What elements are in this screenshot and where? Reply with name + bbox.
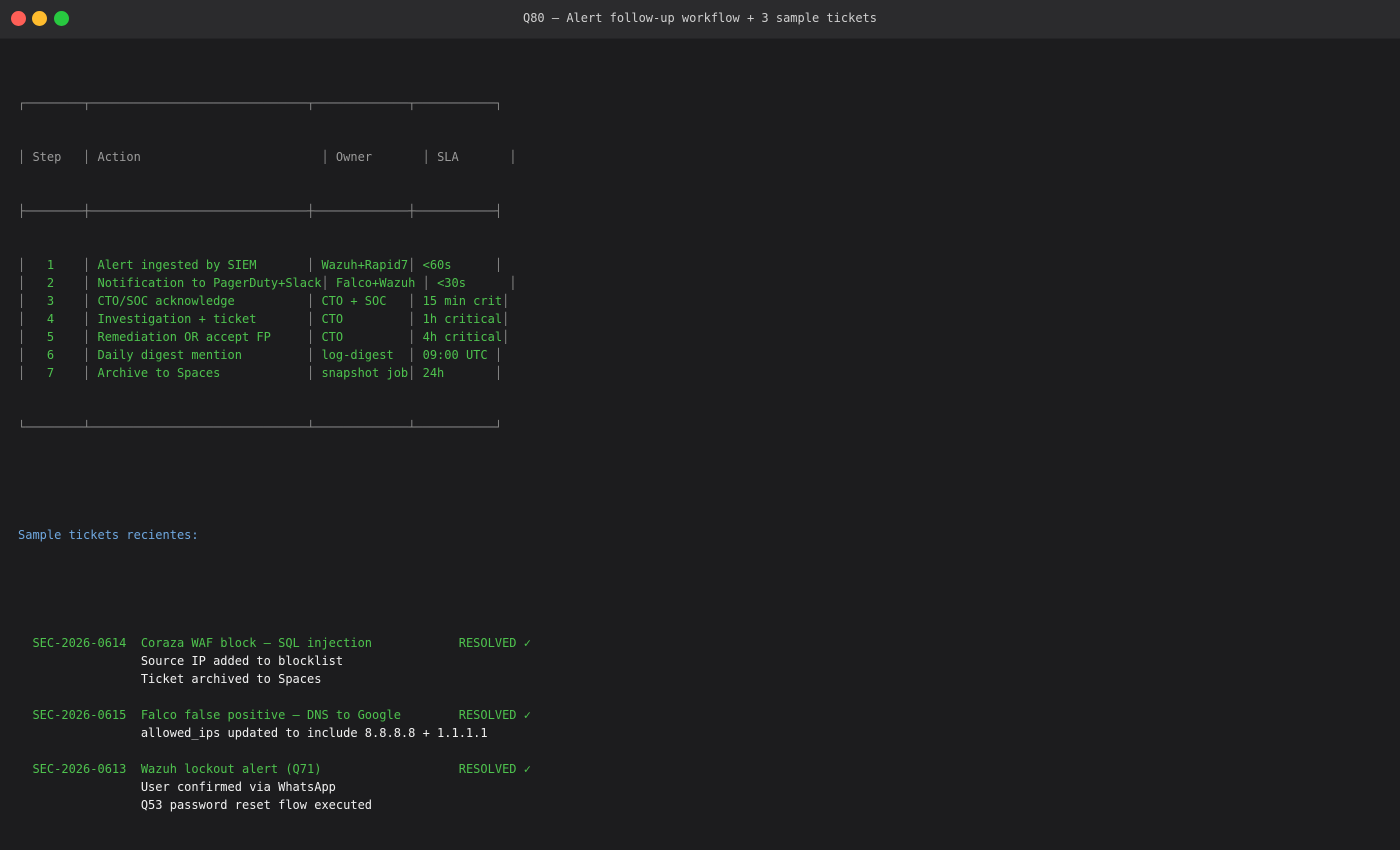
ticket-note: allowed_ips updated to include 8.8.8.8 +… (140, 726, 488, 740)
cell-step: 2 (25, 276, 84, 290)
header-action: Action (97, 150, 141, 164)
ticket-id: SEC-2026-0613 (18, 762, 141, 776)
ticket-status: RESOLVED ✓ (458, 708, 531, 722)
cell-step: 3 (25, 294, 84, 308)
ticket-header: SEC-2026-0613 Wazuh lockout alert (Q71) … (18, 760, 531, 778)
table-row: │ 4 │ Investigation + ticket │ CTO │ 1h … (18, 312, 510, 326)
header-step: Step (32, 150, 62, 164)
cell-sla: 4h critical (422, 330, 503, 344)
ticket-status: RESOLVED ✓ (458, 636, 531, 650)
table-row: │ 5 │ Remediation OR accept FP │ CTO │ 4… (18, 330, 510, 344)
table-row: │ 2 │ Notification to PagerDuty+Slack│ F… (18, 276, 517, 290)
cell-step: 4 (25, 312, 84, 326)
ticket-id: SEC-2026-0614 (18, 636, 141, 650)
table-top-border: ┌────────┬──────────────────────────────… (18, 96, 503, 110)
cell-action: CTO/SOC acknowledge (97, 294, 307, 308)
header-sla: SLA (437, 150, 459, 164)
terminal-window: Q80 — Alert follow-up workflow + 3 sampl… (0, 0, 1400, 812)
cell-owner: CTO (321, 312, 409, 326)
table-row: │ 6 │ Daily digest mention │ log-digest … (18, 348, 503, 362)
table-body: │ 1 │ Alert ingested by SIEM │ Wazuh+Rap… (18, 256, 531, 382)
cell-step: 7 (25, 366, 84, 380)
table-row: │ 1 │ Alert ingested by SIEM │ Wazuh+Rap… (18, 258, 503, 272)
cell-step: 5 (25, 330, 84, 344)
cell-action: Remediation OR accept FP (97, 330, 307, 344)
table-header-row: │ Step │ Action │ Owner │ SLA │ (18, 150, 517, 164)
tickets-heading: Sample tickets recientes: (18, 528, 199, 542)
table-row: │ 3 │ CTO/SOC acknowledge │ CTO + SOC │ … (18, 294, 510, 308)
tickets-list: SEC-2026-0614 Coraza WAF block — SQL inj… (18, 634, 531, 814)
header-owner: Owner (335, 150, 373, 164)
window-title: Q80 — Alert follow-up workflow + 3 sampl… (522, 11, 877, 25)
cell-owner: log-digest (321, 348, 409, 362)
ticket-title: Wazuh lockout alert (Q71) (140, 762, 459, 776)
cell-step: 6 (25, 348, 84, 362)
cell-action: Investigation + ticket (97, 312, 307, 326)
cell-action: Notification to PagerDuty+Slack (97, 276, 322, 290)
title-bar: Q80 — Alert follow-up workflow + 3 sampl… (0, 0, 1400, 39)
table-bottom-border: └────────┴──────────────────────────────… (18, 420, 503, 434)
ticket-title: Falco false positive — DNS to Google (140, 708, 459, 722)
cell-sla: 15 min crit (422, 294, 503, 308)
ticket-status: RESOLVED ✓ (458, 762, 531, 776)
cell-sla: 1h critical (422, 312, 503, 326)
cell-sla: 09:00 UTC (422, 348, 495, 362)
ticket-note: Source IP added to blocklist (140, 654, 344, 668)
cell-action: Daily digest mention (97, 348, 307, 362)
ticket-id: SEC-2026-0615 (18, 708, 141, 722)
cell-action: Alert ingested by SIEM (97, 258, 307, 272)
cell-action: Archive to Spaces (97, 366, 307, 380)
ticket-title: Coraza WAF block — SQL injection (140, 636, 459, 650)
terminal-output: ┌────────┬──────────────────────────────… (18, 58, 531, 850)
cell-owner: CTO (321, 330, 409, 344)
table-row: │ 7 │ Archive to Spaces │ snapshot job│ … (18, 366, 503, 380)
cell-step: 1 (25, 258, 84, 272)
table-header-separator: ├────────┼──────────────────────────────… (18, 204, 503, 218)
ticket-note: Ticket archived to Spaces (140, 672, 322, 686)
cell-owner: Wazuh+Rapid7 (321, 258, 409, 272)
cell-owner: CTO + SOC (321, 294, 409, 308)
cell-sla: <60s (422, 258, 495, 272)
ticket-header: SEC-2026-0615 Falco false positive — DNS… (18, 706, 531, 724)
ticket-note: Q53 password reset flow executed (140, 798, 373, 812)
cell-sla: 24h (422, 366, 495, 380)
cell-sla: <30s (437, 276, 510, 290)
ticket-header: SEC-2026-0614 Coraza WAF block — SQL inj… (18, 634, 531, 652)
ticket-note: User confirmed via WhatsApp (140, 780, 336, 794)
cell-owner: Falco+Wazuh (335, 276, 423, 290)
cell-owner: snapshot job (321, 366, 409, 380)
